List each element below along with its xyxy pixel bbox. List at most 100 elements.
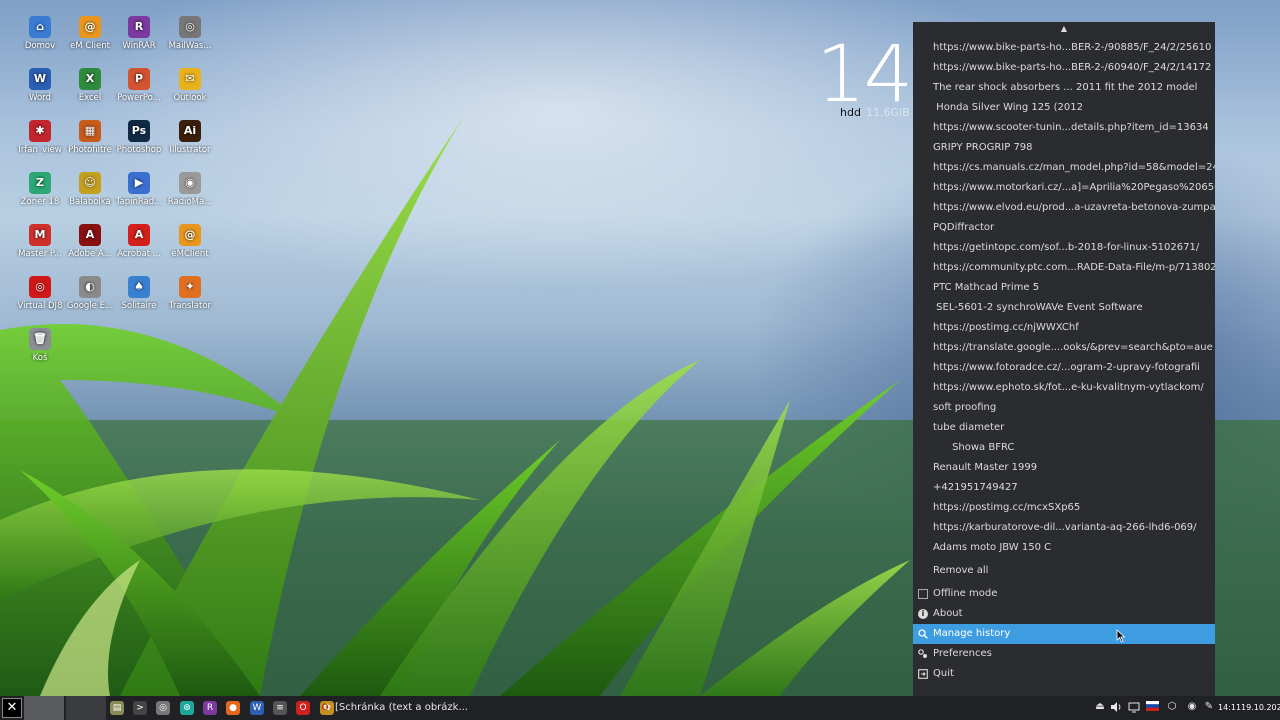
desktop-icon[interactable]: ☺ Balabolka — [65, 172, 115, 207]
history-list: https://www.bike-parts-ho...BER-2-/90885… — [913, 38, 1215, 558]
desktop-icon[interactable]: ◐ Google E... — [65, 276, 115, 311]
history-item[interactable]: https://www.scooter-tunin...details.php?… — [913, 118, 1215, 138]
winrar-icon[interactable]: R — [203, 701, 217, 715]
offline-mode-checkbox[interactable]: Offline mode — [913, 584, 1215, 604]
desktop-icon[interactable]: ▦ Photofiltre — [65, 120, 115, 155]
clipboard-icon[interactable]: ✎ — [1203, 701, 1215, 713]
workspace-1[interactable] — [24, 696, 64, 720]
manage-history-label: Manage history — [933, 628, 1011, 639]
quit-button[interactable]: Quit — [913, 664, 1215, 684]
desktop-icon[interactable]: @ eM Client — [65, 16, 115, 51]
remove-all-button[interactable]: Remove all — [913, 561, 1215, 581]
history-item[interactable]: https://cs.manuals.cz/man_model.php?id=5… — [913, 158, 1215, 178]
word-icon[interactable]: W — [250, 701, 264, 715]
manage-history-button[interactable]: Manage history — [913, 624, 1215, 644]
desktop-icon-label: Adobe A... — [68, 249, 112, 259]
history-item[interactable]: https://karburatorove-dil...varianta-aq-… — [913, 518, 1215, 538]
history-item[interactable]: PQDiffractor — [913, 218, 1215, 238]
desktop-icon-label: Irfan_view — [18, 145, 62, 155]
settings-icon[interactable]: ◎ — [156, 701, 170, 715]
checkbox-icon — [918, 589, 928, 599]
active-window-title[interactable]: [Schránka (text a obrázk... — [335, 696, 468, 720]
about-button[interactable]: i About — [913, 604, 1215, 624]
desktop-icon[interactable]: @ eMClient — [165, 224, 215, 259]
desktop-icon[interactable]: A Adobe A... — [65, 224, 115, 259]
desktop-icon-label: Balabolka — [69, 197, 111, 207]
scroll-up-icon[interactable]: ▲ — [913, 22, 1215, 38]
desktop-icon[interactable]: ✦ Translator — [165, 276, 215, 311]
desktop-icon[interactable]: ♠ Solitaire — [114, 276, 164, 311]
desktop-icon[interactable]: A Acrobat ... — [114, 224, 164, 259]
history-item[interactable]: SEL-5601-2 synchroWAVe Event Software — [913, 298, 1215, 318]
desktop-icon-label: Google E... — [66, 301, 114, 311]
history-item[interactable]: https://www.ephoto.sk/fot...e-ku-kvalitn… — [913, 378, 1215, 398]
history-item[interactable]: https://www.bike-parts-ho...BER-2-/60940… — [913, 58, 1215, 78]
history-item[interactable]: +421951749427 — [913, 478, 1215, 498]
app-icon: ♠ — [128, 276, 150, 298]
clipboard-history-menu: ▲ https://www.bike-parts-ho...BER-2-/908… — [913, 22, 1215, 696]
clock-time[interactable]: 14:11 — [1218, 696, 1241, 720]
history-item[interactable]: The rear shock absorbers ... 2011 fit th… — [913, 78, 1215, 98]
desktop-icon[interactable]: ◎ MailWas... — [165, 16, 215, 51]
desktop-icon-label: eM Client — [70, 41, 110, 51]
updates-icon[interactable]: ◉ — [1186, 701, 1198, 713]
text-editor-icon[interactable]: ≡ — [273, 701, 287, 715]
terminal-icon[interactable]: > — [133, 701, 147, 715]
hdd-label: hdd — [840, 106, 861, 119]
desktop-icon[interactable]: ⌂ Domov — [15, 16, 65, 51]
app-icon: A — [79, 224, 101, 246]
history-item[interactable]: soft proofing — [913, 398, 1215, 418]
history-item[interactable]: https://www.motorkari.cz/...a]=Aprilia%2… — [913, 178, 1215, 198]
history-item[interactable]: https://postimg.cc/mcxSXp65 — [913, 498, 1215, 518]
history-item[interactable]: Adams moto JBW 150 C — [913, 538, 1215, 558]
network-icon[interactable]: ⊛ — [180, 701, 194, 715]
desktop-icon[interactable]: X Excel — [65, 68, 115, 103]
eject-icon[interactable]: ⏏ — [1094, 701, 1106, 713]
history-item[interactable]: tube diameter — [913, 418, 1215, 438]
desktop-icon[interactable]: W Word — [15, 68, 65, 103]
firefox-icon[interactable]: ● — [226, 701, 240, 715]
history-item[interactable]: https://www.fotoradce.cz/...ogram-2-upra… — [913, 358, 1215, 378]
desktop-icon[interactable]: P PowerPo... — [114, 68, 164, 103]
desktop-icon[interactable]: ▶ TapinRad... — [114, 172, 164, 207]
history-item[interactable]: https://community.ptc.com...RADE-Data-Fi… — [913, 258, 1215, 278]
clock-date[interactable]: 19.10.2021 — [1241, 696, 1280, 720]
desktop-icon[interactable]: ◉ RadioMa... — [165, 172, 215, 207]
history-item[interactable]: GRIPY PROGRIP 798 — [913, 138, 1215, 158]
taskbar: ✕ ▤ > ◎ ⊛ R ● W ≡ O ✿ O [Schránka (text a obrázk..… — [0, 696, 1280, 720]
desktop-icon[interactable]: ◎ Virtual DJ8 — [15, 276, 65, 311]
desktop-icon[interactable]: Ps Photoshop — [114, 120, 164, 155]
display-icon[interactable] — [1128, 701, 1140, 713]
history-item[interactable]: https://www.bike-parts-ho...BER-2-/90885… — [913, 38, 1215, 58]
desktop-icon[interactable]: 🗑 Koš — [15, 328, 65, 363]
desktop-icon[interactable]: M Master P... — [15, 224, 65, 259]
opera-icon[interactable]: O — [296, 701, 310, 715]
desktop-icon[interactable]: ✉ Outlook — [165, 68, 215, 103]
desktop-icon-label: Translator — [168, 301, 212, 311]
history-item[interactable]: Honda Silver Wing 125 (2012 — [913, 98, 1215, 118]
desktop-icon[interactable]: R WinRAR — [114, 16, 164, 51]
desktop-icon[interactable]: Z Zoner 18 — [15, 172, 65, 207]
hdd-value: 11,6GiB — [866, 106, 910, 119]
package-icon[interactable]: ⬡ — [1166, 701, 1178, 713]
desktop-icon[interactable]: Ai Illustrator — [165, 120, 215, 155]
preferences-button[interactable]: Preferences — [913, 644, 1215, 664]
app-icon: ▦ — [79, 120, 101, 142]
app-icon: ◐ — [79, 276, 101, 298]
workspace-2[interactable] — [66, 696, 106, 720]
history-item[interactable]: https://www.elvod.eu/prod...a-uzavreta-b… — [913, 198, 1215, 218]
keyboard-layout-flag-icon[interactable] — [1146, 701, 1159, 713]
desktop-icon-label: RadioMa... — [167, 197, 213, 207]
history-item[interactable]: https://translate.google....ooks/&prev=s… — [913, 338, 1215, 358]
app-icon: ✦ — [179, 276, 201, 298]
history-item[interactable]: https://postimg.cc/njWWXChf — [913, 318, 1215, 338]
history-item[interactable]: Showa BFRC — [913, 438, 1215, 458]
start-menu-button[interactable]: ✕ — [2, 698, 22, 718]
history-item[interactable]: Renault Master 1999 — [913, 458, 1215, 478]
history-item[interactable]: https://getintopc.com/sof...b-2018-for-l… — [913, 238, 1215, 258]
app-icon: X — [79, 68, 101, 90]
volume-icon[interactable] — [1110, 701, 1122, 713]
files-icon[interactable]: ▤ — [110, 701, 124, 715]
desktop-icon[interactable]: ✱ Irfan_view — [15, 120, 65, 155]
history-item[interactable]: PTC Mathcad Prime 5 — [913, 278, 1215, 298]
